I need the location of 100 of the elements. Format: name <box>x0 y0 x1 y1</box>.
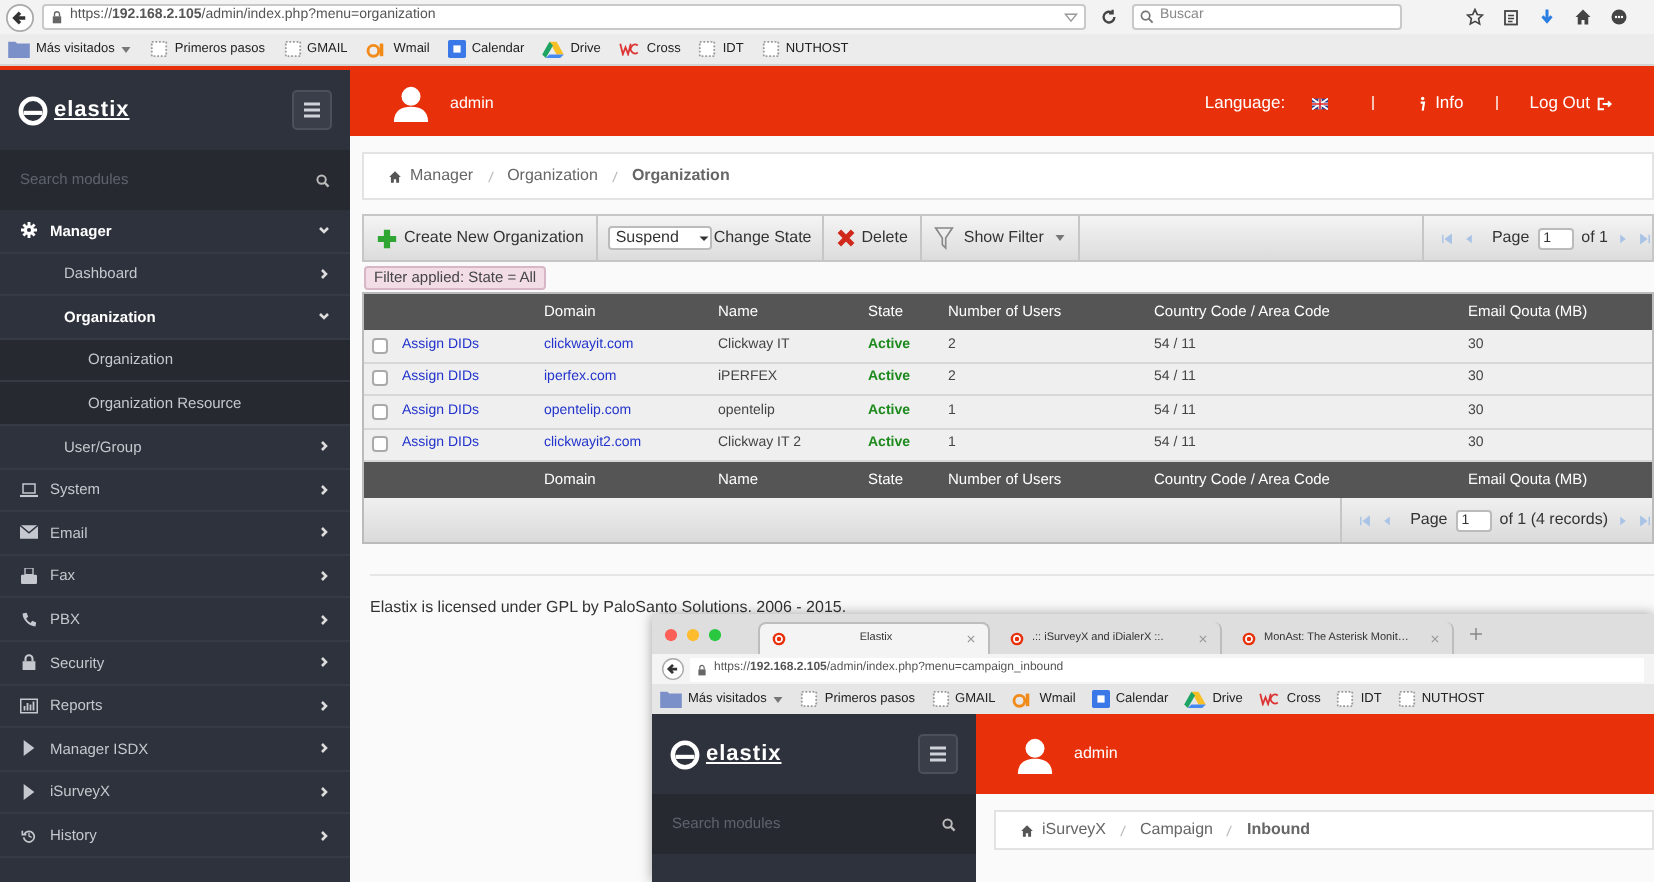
delete-button[interactable]: Delete <box>823 216 922 260</box>
menu-button[interactable] <box>292 90 332 130</box>
logout-link[interactable]: Log Out <box>1529 90 1612 116</box>
breadcrumb-link[interactable]: Organization <box>507 164 598 188</box>
download-icon[interactable] <box>1538 8 1556 26</box>
page-label: Page <box>1410 508 1448 532</box>
back-button[interactable] <box>662 658 684 680</box>
clipboard-icon[interactable] <box>1502 8 1520 26</box>
tab-logo-icon <box>772 632 786 646</box>
next-page-icon[interactable] <box>1616 231 1630 245</box>
tab-logo-icon <box>1242 631 1256 645</box>
search-icon <box>1140 10 1154 24</box>
previous-page-icon[interactable] <box>1461 231 1476 245</box>
gear-icon <box>20 222 38 239</box>
previous-page-icon[interactable] <box>1380 513 1395 527</box>
slash-separator-icon <box>1226 823 1233 837</box>
back-button[interactable] <box>6 3 34 31</box>
page-icon <box>698 40 717 58</box>
show-filter-button[interactable]: Show Filter <box>921 216 1080 260</box>
avatar-icon <box>392 84 430 122</box>
funnel-icon <box>933 226 954 250</box>
phone-icon <box>20 611 38 628</box>
caret-icon <box>20 784 38 801</box>
reload-icon[interactable] <box>1100 8 1118 26</box>
caret-icon <box>1053 232 1066 244</box>
tab-logo-icon <box>1010 631 1024 645</box>
next-page-icon[interactable] <box>1616 513 1630 527</box>
menu-button[interactable] <box>918 734 958 774</box>
home-icon[interactable] <box>388 169 402 183</box>
chat-icon[interactable] <box>1610 8 1628 26</box>
row-checkbox[interactable] <box>372 403 388 420</box>
license-text: Elastix is licensed under GPL by PaloSanto Solutions. 2006 - 2015. <box>370 596 849 620</box>
drive-icon <box>1184 690 1207 708</box>
lock-icon <box>50 10 64 24</box>
first-page-icon[interactable] <box>1358 513 1373 527</box>
logo-text: elastix <box>706 739 782 770</box>
state-select[interactable]: Suspend <box>607 226 712 250</box>
last-page-icon[interactable] <box>1638 231 1652 245</box>
drive-icon <box>542 40 565 58</box>
breadcrumb-link[interactable]: iSurveyX <box>1042 818 1107 842</box>
new-tab-icon[interactable] <box>1470 628 1482 640</box>
create-button[interactable]: Create New Organization <box>364 216 598 260</box>
last-page-icon[interactable] <box>1638 513 1652 527</box>
cp-icon <box>1011 690 1034 708</box>
logo-icon <box>670 739 700 769</box>
slash-separator-icon <box>1120 823 1127 837</box>
page-label: Page <box>1491 226 1530 250</box>
info-link[interactable]: Info <box>1417 90 1464 116</box>
first-page-icon[interactable] <box>1439 231 1454 245</box>
breadcrumb-link[interactable]: Campaign <box>1140 818 1213 842</box>
change-state-button[interactable]: Change State <box>711 226 812 250</box>
page-total: of 1 <box>1581 226 1608 250</box>
close-icon[interactable] <box>1198 633 1208 643</box>
page-icon <box>1336 690 1355 708</box>
home-icon[interactable] <box>1574 8 1592 26</box>
slash-separator-icon <box>611 169 618 183</box>
dropdown-icon <box>697 232 710 244</box>
envelope-icon <box>20 524 38 541</box>
cp-icon <box>365 40 388 58</box>
breadcrumb-current: Inbound <box>1246 818 1311 842</box>
history-icon <box>20 827 38 844</box>
caret-icon[interactable] <box>120 43 133 55</box>
folder-icon <box>8 40 30 58</box>
wc-icon <box>618 42 641 56</box>
user-name: admin <box>1074 742 1118 766</box>
search-icon[interactable] <box>316 173 330 187</box>
user-name: admin <box>450 91 494 115</box>
calendar-icon <box>1091 690 1110 708</box>
close-icon[interactable] <box>1430 633 1440 643</box>
laptop-icon <box>20 481 38 498</box>
row-checkbox[interactable] <box>372 370 388 387</box>
caret-icon[interactable] <box>772 693 785 705</box>
page-icon <box>283 40 302 58</box>
search-icon[interactable] <box>942 817 956 831</box>
language-label: Language: <box>1204 90 1286 116</box>
row-checkbox[interactable] <box>372 436 388 453</box>
breadcrumb-link[interactable]: Manager <box>410 164 474 188</box>
page-total: of 1 (4 records) <box>1499 508 1608 532</box>
wc-icon <box>1258 692 1281 706</box>
fax-icon <box>20 568 38 585</box>
page-icon <box>761 40 780 58</box>
star-icon[interactable] <box>1466 8 1484 26</box>
row-checkbox[interactable] <box>372 337 388 354</box>
flag-icon[interactable] <box>1311 97 1328 109</box>
calendar-icon <box>447 40 466 58</box>
lock-icon <box>20 654 38 671</box>
minimize-icon[interactable] <box>686 627 700 641</box>
maximize-icon[interactable] <box>708 627 722 641</box>
logout-icon <box>1596 95 1612 111</box>
page-icon <box>1397 690 1416 708</box>
logo-icon <box>18 95 48 125</box>
dropdown-icon[interactable] <box>1064 10 1078 24</box>
breadcrumb-current: Organization <box>631 164 730 188</box>
bar-chart-icon <box>20 697 38 714</box>
close-icon[interactable] <box>664 627 678 641</box>
plus-icon <box>376 227 398 249</box>
page-icon <box>150 40 169 58</box>
close-icon[interactable] <box>966 634 976 644</box>
home-icon[interactable] <box>1020 823 1034 837</box>
slash-separator-icon <box>487 169 494 183</box>
